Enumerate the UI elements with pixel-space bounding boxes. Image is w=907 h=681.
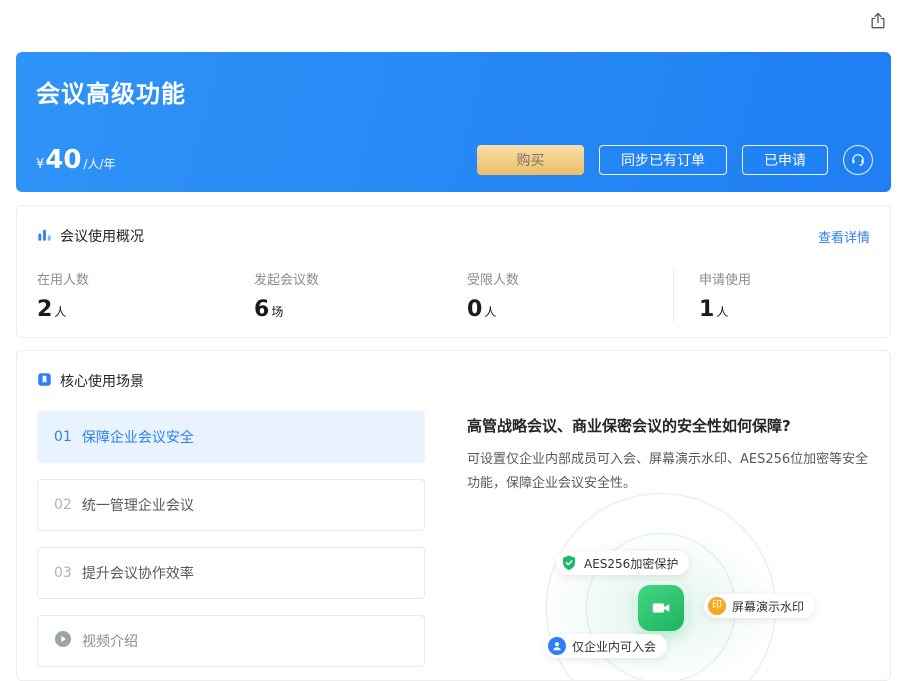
- tag-screen-watermark: 印 屏幕演示水印: [704, 594, 815, 618]
- stat-label: 受限人数: [467, 269, 673, 288]
- tag-label: 屏幕演示水印: [732, 598, 804, 615]
- video-label: 视频介绍: [82, 631, 138, 651]
- tag-internal-only: 仅企业内可入会: [544, 634, 667, 658]
- tag-aes-encryption: AES256加密保护: [556, 551, 689, 575]
- stat-restricted-users: 受限人数 0人: [467, 269, 673, 322]
- stat-value: 6: [254, 297, 269, 322]
- meeting-overview-card: 会议使用概况 查看详情 在用人数 2人 发起会议数 6场 受限人数 0人 申请使…: [16, 205, 891, 338]
- scene-label: 提升会议协作效率: [82, 563, 194, 583]
- stat-unit: 人: [484, 305, 496, 319]
- scene-index: 03: [54, 565, 72, 581]
- bar-chart-icon: [37, 227, 52, 246]
- hero-card: 会议高级功能 ¥ 40 /人/年 购买 同步已有订单 已申请: [16, 52, 891, 192]
- scene-label: 保障企业会议安全: [82, 427, 194, 447]
- price-amount: 40: [45, 145, 81, 175]
- share-icon: [868, 11, 888, 34]
- buy-button[interactable]: 购买: [477, 145, 584, 175]
- top-bar: [0, 0, 907, 45]
- hero-actions: 购买 同步已有订单 已申请: [477, 145, 873, 175]
- video-intro-item[interactable]: 视频介绍: [37, 615, 425, 667]
- stat-apply-usage: 申请使用 1人: [673, 269, 751, 322]
- person-icon: [548, 637, 566, 655]
- shield-check-icon: [560, 554, 578, 572]
- security-illustration: AES256加密保护 印 屏幕演示水印 仅企业内可入会: [467, 502, 870, 672]
- stat-value: 0: [467, 297, 482, 322]
- stat-value: 1: [699, 297, 714, 322]
- support-button[interactable]: [843, 145, 873, 175]
- tag-label: 仅企业内可入会: [572, 638, 656, 655]
- sync-orders-button[interactable]: 同步已有订单: [599, 145, 727, 175]
- stat-unit: 人: [54, 305, 66, 319]
- share-button[interactable]: [865, 9, 891, 35]
- price-currency: ¥: [36, 157, 44, 172]
- stat-meetings-started: 发起会议数 6场: [254, 269, 467, 322]
- price: ¥ 40 /人/年: [36, 145, 116, 175]
- video-camera-icon: [638, 585, 684, 631]
- price-unit: /人/年: [83, 155, 115, 172]
- scene-item-management[interactable]: 02 统一管理企业会议: [37, 479, 425, 531]
- scene-description: 可设置仅企业内部成员可入会、屏幕演示水印、AES256位加密等安全功能，保障企业…: [467, 448, 870, 496]
- scene-heading: 高管战略会议、商业保密会议的安全性如何保障?: [467, 415, 870, 436]
- stat-label: 在用人数: [37, 269, 254, 288]
- tag-label: AES256加密保护: [584, 555, 678, 572]
- stat-label: 发起会议数: [254, 269, 467, 288]
- scene-label: 统一管理企业会议: [82, 495, 194, 515]
- stat-value: 2: [37, 297, 52, 322]
- scene-index: 02: [54, 497, 72, 513]
- scene-item-efficiency[interactable]: 03 提升会议协作效率: [37, 547, 425, 599]
- view-details-link[interactable]: 查看详情: [818, 227, 870, 246]
- applied-button[interactable]: 已申请: [742, 145, 828, 175]
- play-icon: [54, 630, 72, 652]
- stat-unit: 场: [271, 305, 283, 319]
- page-title: 会议高级功能: [36, 74, 186, 109]
- scenes-title: 核心使用场景: [60, 371, 144, 391]
- stats-row: 在用人数 2人 发起会议数 6场 受限人数 0人 申请使用 1人: [37, 269, 870, 322]
- bookmark-icon: [37, 372, 52, 391]
- stat-active-users: 在用人数 2人: [37, 269, 254, 322]
- stamp-icon: 印: [708, 597, 726, 615]
- overview-title: 会议使用概况: [60, 226, 144, 246]
- stat-unit: 人: [716, 305, 728, 319]
- scene-item-security[interactable]: 01 保障企业会议安全: [37, 411, 425, 463]
- headset-icon: [850, 151, 866, 170]
- scene-index: 01: [54, 429, 72, 445]
- scene-detail: 高管战略会议、商业保密会议的安全性如何保障? 可设置仅企业内部成员可入会、屏幕演…: [467, 411, 870, 672]
- scene-list: 01 保障企业会议安全 02 统一管理企业会议 03 提升会议协作效率 视频介绍: [37, 411, 425, 672]
- stat-label: 申请使用: [699, 269, 751, 288]
- core-scenes-card: 核心使用场景 01 保障企业会议安全 02 统一管理企业会议 03 提升会议协作…: [16, 350, 891, 681]
